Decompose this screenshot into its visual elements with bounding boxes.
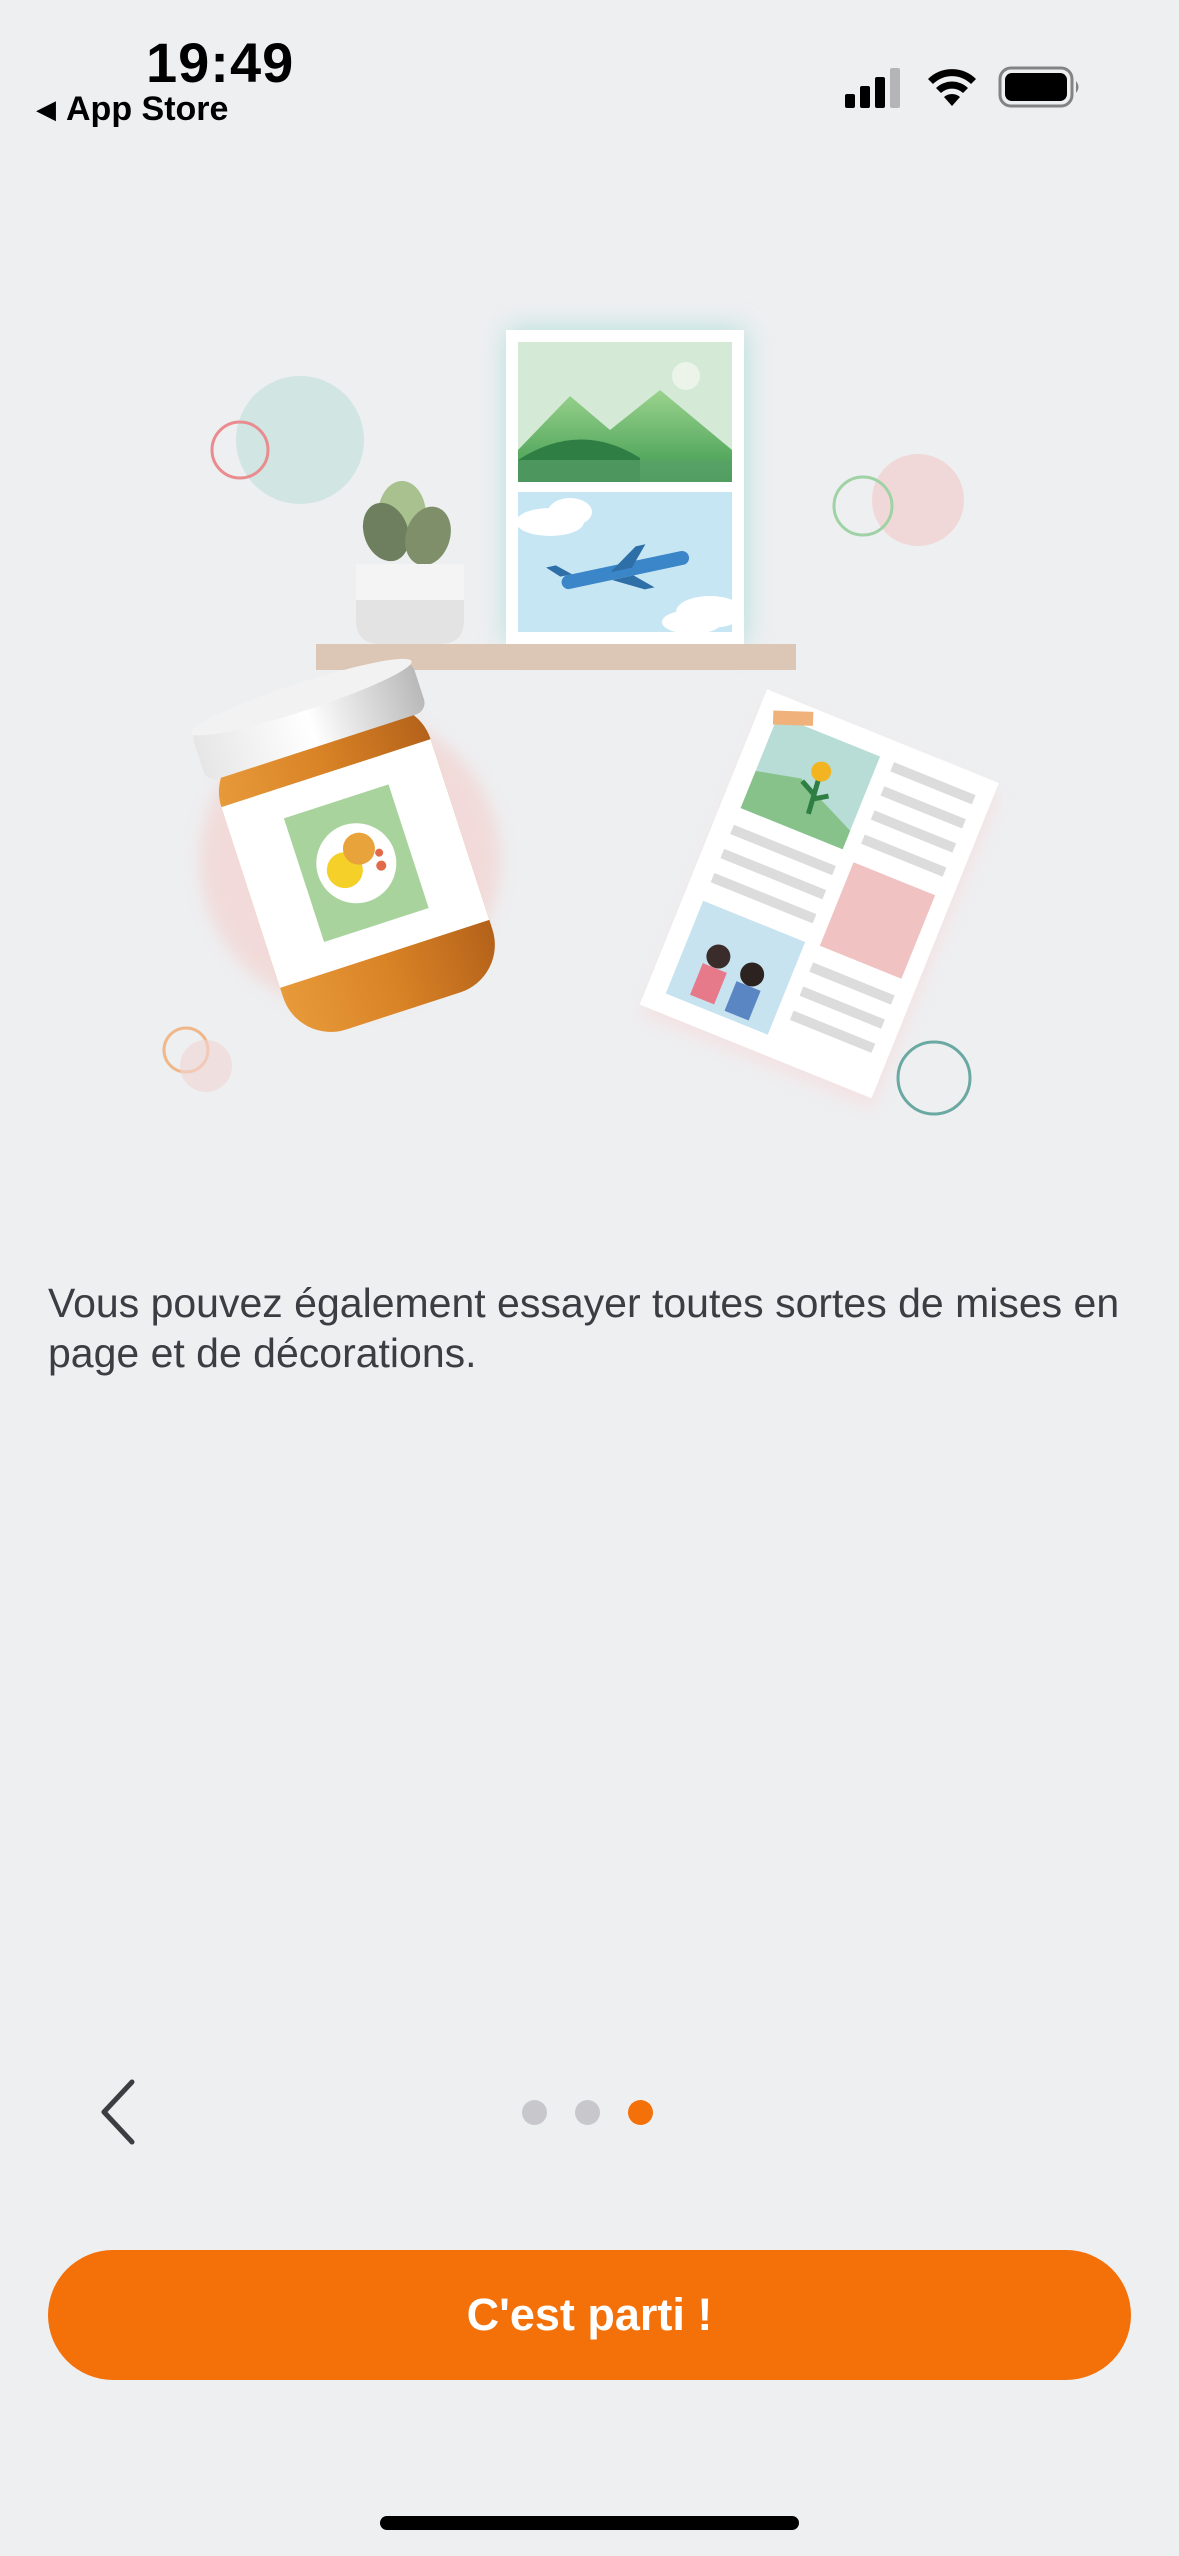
previous-page-button[interactable] bbox=[82, 2072, 154, 2152]
wifi-icon bbox=[928, 69, 976, 106]
photo-frame bbox=[506, 330, 744, 644]
decor-bubble-pink bbox=[872, 454, 964, 546]
battery-icon bbox=[998, 66, 1079, 108]
page-dot-1[interactable] bbox=[522, 2100, 547, 2125]
page-dot-2[interactable] bbox=[575, 2100, 600, 2125]
decor-bubble-teal bbox=[236, 376, 364, 504]
photo-jar bbox=[190, 658, 500, 1032]
back-to-app-store-link[interactable]: ◀ App Store bbox=[36, 90, 228, 129]
decor-ring-teal bbox=[896, 1040, 972, 1116]
photo-products-illustration bbox=[162, 330, 1000, 1116]
home-indicator[interactable] bbox=[380, 2516, 799, 2530]
get-started-button[interactable]: C'est parti ! bbox=[48, 2250, 1131, 2380]
plant-pot bbox=[356, 481, 464, 644]
back-app-label: App Store bbox=[66, 90, 229, 128]
page-dot-3-active[interactable] bbox=[628, 2100, 653, 2125]
back-triangle-icon: ◀ bbox=[36, 94, 56, 124]
status-bar: 19:49 ◀ App Store bbox=[0, 0, 1179, 140]
cellular-signal-icon bbox=[845, 68, 900, 108]
onboarding-description: Vous pouvez également essayer toutes sor… bbox=[48, 1280, 1120, 1376]
status-time: 19:49 bbox=[146, 31, 295, 94]
chevron-left-icon bbox=[101, 2079, 135, 2145]
page-indicator bbox=[522, 2100, 653, 2126]
